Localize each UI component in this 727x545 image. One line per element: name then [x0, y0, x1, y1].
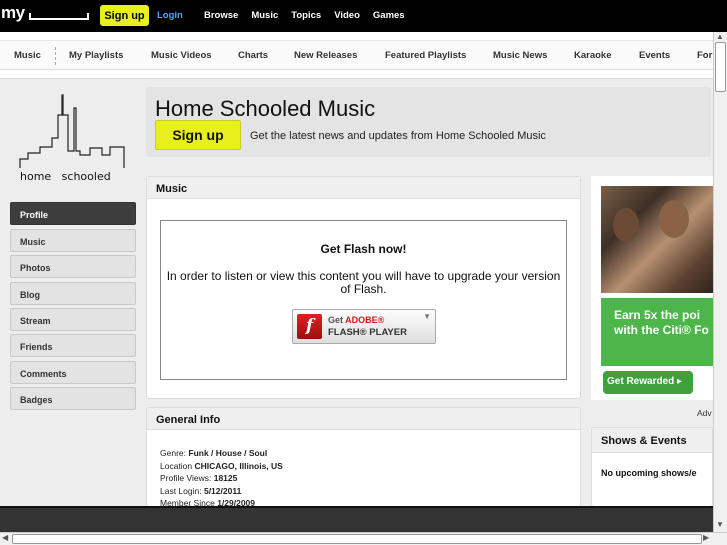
horizontal-scroll-thumb[interactable]	[12, 534, 702, 544]
general-info-title: General Info	[156, 414, 221, 426]
general-info-list: Genre: Funk / House / Soul Location CHIC…	[160, 447, 283, 510]
info-genre: Genre: Funk / House / Soul	[160, 448, 268, 458]
horizontal-scrollbar[interactable]: ◀ ▶	[0, 532, 727, 545]
info-last-login: Last Login: 5/12/2011	[160, 485, 242, 496]
music-panel-title: Music	[156, 183, 188, 195]
sidebar-item-profile[interactable]: Profile	[10, 202, 136, 225]
logo-underline-mark	[29, 13, 89, 20]
subnav-divider	[55, 47, 56, 65]
subnav-my-playlists[interactable]: My Playlists	[69, 50, 123, 61]
music-panel-header: Music	[147, 177, 580, 199]
subnav-karaoke[interactable]: Karaoke	[574, 50, 612, 61]
flash-logo-icon: f	[297, 314, 322, 339]
bottom-toolbar	[0, 506, 713, 532]
shows-events-header: Shows & Events	[592, 428, 712, 453]
top-bar: my Sign up Login Browse Music Topics Vid…	[0, 0, 727, 32]
subnav-charts[interactable]: Charts	[238, 50, 268, 61]
topnav-music[interactable]: Music	[251, 10, 278, 21]
flash-placeholder: Get Flash now! In order to listen or vie…	[160, 220, 567, 380]
flash-button-line1: Get ADOBE®	[328, 315, 385, 325]
band-logo-text: home schooled	[20, 170, 111, 183]
general-info-header: General Info	[147, 408, 580, 430]
topnav-games[interactable]: Games	[373, 10, 405, 21]
subnav-new-releases[interactable]: New Releases	[294, 50, 357, 61]
signup-button[interactable]: Sign up	[100, 5, 149, 26]
flash-title: Get Flash now!	[320, 242, 407, 256]
sidebar-item-badges[interactable]: Badges	[10, 387, 136, 410]
flash-message: In order to listen or view this content …	[166, 269, 561, 296]
shows-empty-message: No upcoming shows/e	[601, 468, 697, 478]
info-location: Location CHICAGO, Illinois, US	[160, 460, 283, 471]
shows-events-title: Shows & Events	[601, 435, 687, 447]
ad-image[interactable]	[601, 186, 713, 293]
page-title: Home Schooled Music	[155, 96, 376, 121]
band-logo: home schooled	[18, 93, 128, 188]
sidebar-item-blog[interactable]: Blog	[10, 282, 136, 305]
topnav-video[interactable]: Video	[334, 10, 360, 21]
sidebar-item-stream[interactable]: Stream	[10, 308, 136, 331]
ad-label: Adv	[697, 408, 712, 418]
sidebar-item-comments[interactable]: Comments	[10, 361, 136, 384]
shows-events-panel: Shows & Events No upcoming shows/e	[591, 427, 713, 507]
sidebar-item-photos[interactable]: Photos	[10, 255, 136, 278]
scroll-right-icon[interactable]: ▶	[703, 533, 709, 542]
vertical-scrollbar[interactable]: ▲ ▼	[713, 32, 727, 545]
sidebar-item-friends[interactable]: Friends	[10, 334, 136, 357]
header-description: Get the latest news and updates from Hom…	[250, 130, 546, 142]
login-link[interactable]: Login	[157, 10, 183, 21]
subnav-music[interactable]: Music	[14, 50, 41, 61]
subnav-music-news[interactable]: Music News	[493, 50, 547, 61]
subnav-more[interactable]: For	[697, 50, 712, 61]
get-rewarded-button[interactable]: Get Rewarded ▸	[603, 371, 693, 394]
scroll-left-icon[interactable]: ◀	[2, 533, 8, 542]
header-signup-button[interactable]: Sign up	[155, 120, 241, 150]
top-nav: Browse Music Topics Video Games	[204, 10, 418, 21]
site-logo[interactable]: my	[1, 3, 25, 23]
subnav-featured-playlists[interactable]: Featured Playlists	[385, 50, 466, 61]
scroll-down-icon[interactable]: ▼	[716, 520, 724, 529]
music-subnav: Music My Playlists Music Videos Charts N…	[0, 40, 713, 70]
topnav-browse[interactable]: Browse	[204, 10, 238, 21]
ad-person-1	[613, 208, 639, 242]
download-arrow-icon: ▼	[423, 312, 431, 321]
get-flash-button[interactable]: f Get ADOBE® FLASH® PLAYER ▼	[292, 309, 436, 344]
flash-button-line2: FLASH® PLAYER	[328, 327, 407, 338]
scroll-up-icon[interactable]: ▲	[716, 32, 724, 41]
topnav-topics[interactable]: Topics	[291, 10, 321, 21]
ad-headline: Earn 5x the poi with the Citi® Fo	[614, 308, 709, 337]
ad-person-2	[659, 200, 689, 238]
subnav-music-videos[interactable]: Music Videos	[151, 50, 212, 61]
vertical-scroll-thumb[interactable]	[715, 42, 726, 92]
subnav-events[interactable]: Events	[639, 50, 670, 61]
info-views: Profile Views: 18125	[160, 473, 238, 483]
sidebar-item-music[interactable]: Music	[10, 229, 136, 252]
